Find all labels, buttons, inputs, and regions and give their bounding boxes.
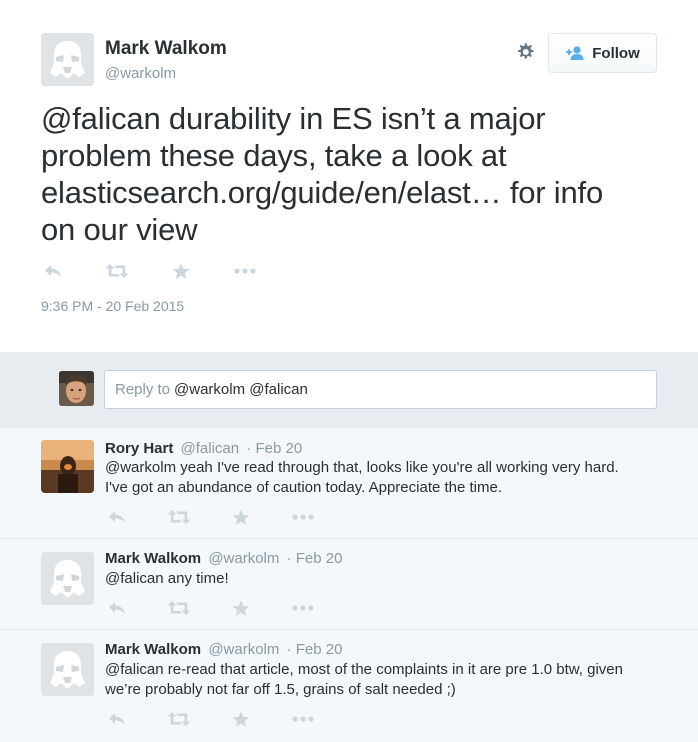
reply-mention-link[interactable]: @falican [105,570,164,587]
reply-header: Mark Walkom @warkolm · Feb 20 [105,550,342,567]
reply-avatar[interactable] [41,552,94,605]
more-icon [292,716,314,722]
author-handle[interactable]: @warkolm [105,65,176,82]
reply-author-name[interactable]: Rory Hart [105,440,173,457]
author-name[interactable]: Mark Walkom [105,38,227,60]
reply-icon [45,265,61,277]
reply-header: Mark Walkom @warkolm · Feb 20 [105,641,342,658]
tweet-text-line-2: problem these days, take a look at [41,138,507,173]
reply-text: @falican any time! [105,569,665,589]
reply-author-handle[interactable]: @falican [181,440,240,457]
reply-button[interactable] [105,710,129,728]
tweet-text-part-1: durability in ES isn’t a major [168,101,546,136]
more-button[interactable] [291,508,315,526]
reply-author-name[interactable]: Mark Walkom [105,550,201,567]
replies-list: Rory Hart @falican · Feb 20 @warkolm yea… [0,428,698,742]
reply-header: Rory Hart @falican · Feb 20 [105,440,302,457]
reply-author-handle[interactable]: @warkolm [208,641,279,658]
current-user-avatar [59,371,94,406]
reply-item: Rory Hart @falican · Feb 20 @warkolm yea… [0,428,698,539]
author-avatar[interactable] [41,33,94,86]
retweet-button[interactable] [167,508,191,526]
reply-actions [105,599,353,617]
reply-icon [109,602,125,614]
reply-text-a: any time! [167,570,229,587]
favorite-button[interactable] [169,262,193,280]
more-icon [292,605,314,611]
reply-text: @falican re-read that article, most of t… [105,660,665,700]
reply-text-b: I've got an abundance of caution today. … [105,479,503,496]
more-button[interactable] [291,710,315,728]
tweet-text-part-3: for info [509,175,603,210]
reply-button[interactable] [105,599,129,617]
reply-date[interactable]: · Feb 20 [287,550,343,567]
reply-date[interactable]: · Feb 20 [246,440,302,457]
stormtrooper-avatar-icon [41,643,94,696]
reply-text-a: re-read that article, most of the compla… [167,661,623,678]
follow-label: Follow [592,44,640,62]
star-icon [232,711,250,727]
tweet-mention-link[interactable]: @falican [41,101,161,136]
retweet-button[interactable] [105,262,129,280]
reply-date[interactable]: · Feb 20 [287,641,343,658]
reply-mention-link[interactable]: @falican [105,661,164,678]
tweet-text-line-3: elasticsearch.org/guide/en/elast… for in… [41,174,661,211]
reply-input-placeholder: Reply to [115,381,171,398]
reply-actions [105,508,353,526]
reply-button[interactable] [41,262,65,280]
more-icon [292,514,314,520]
reply-avatar[interactable] [41,440,94,493]
reply-input[interactable]: Reply to @warkolm @falican [104,370,657,409]
reply-item: Mark Walkom @warkolm · Feb 20 @falican r… [0,630,698,742]
user-photo-icon [41,440,94,493]
main-tweet: Mark Walkom @warkolm Follow @falican dur… [0,0,698,352]
more-icon [234,268,256,274]
reply-text-a: yeah I've read through that, looks like … [180,459,619,476]
favorite-button[interactable] [229,508,253,526]
reply-button[interactable] [105,508,129,526]
stormtrooper-avatar-icon [41,552,94,605]
retweet-icon [167,510,191,524]
stormtrooper-avatar-icon [41,33,94,86]
reply-icon [109,713,125,725]
retweet-icon [167,601,191,615]
more-button[interactable] [233,262,257,280]
tweet-url-link[interactable]: elasticsearch.org/guide/en/elast… [41,175,502,210]
star-icon [232,600,250,616]
gear-icon [518,43,534,59]
tweet-actions [41,262,297,280]
retweet-button[interactable] [167,599,191,617]
reply-mention-link[interactable]: @warkolm [105,459,176,476]
reply-input-value: @warkolm @falican [174,381,308,398]
user-photo-icon [59,371,94,406]
star-icon [172,263,190,279]
retweet-button[interactable] [167,710,191,728]
settings-gear-button[interactable] [513,40,537,64]
tweet-text-line-1: @falican durability in ES isn’t a major [41,100,661,137]
reply-actions [105,710,353,728]
retweet-icon [105,264,129,278]
reply-avatar[interactable] [41,643,94,696]
reply-text: @warkolm yeah I've read through that, lo… [105,458,665,498]
favorite-button[interactable] [229,710,253,728]
tweet-text-line-4: on our view [41,212,198,247]
reply-author-name[interactable]: Mark Walkom [105,641,201,658]
reply-icon [109,511,125,523]
favorite-button[interactable] [229,599,253,617]
star-icon [232,509,250,525]
reply-text-b: we’re probably not far off 1.5, grains o… [105,681,456,698]
follow-button[interactable]: Follow [548,33,657,73]
reply-item: Mark Walkom @warkolm · Feb 20 @falican a… [0,539,698,630]
reply-author-handle[interactable]: @warkolm [208,550,279,567]
tweet-timestamp[interactable]: 9:36 PM - 20 Feb 2015 [41,298,184,314]
tweet-text: @falican durability in ES isn’t a major … [41,100,661,248]
add-user-icon [566,46,584,60]
more-button[interactable] [291,599,315,617]
retweet-icon [167,712,191,726]
